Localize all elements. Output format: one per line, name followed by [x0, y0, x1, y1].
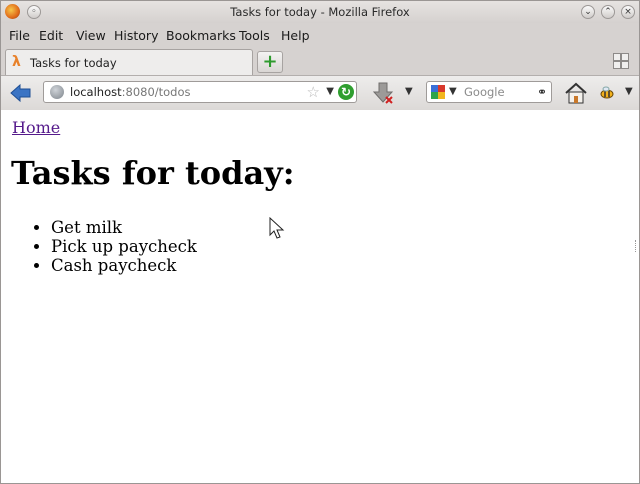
downloads-dropdown-icon[interactable]: ▼ — [405, 86, 413, 97]
menu-history[interactable]: History — [114, 28, 158, 43]
bookmark-star-icon[interactable]: ☆ — [307, 83, 320, 101]
binoculars-icon[interactable]: ⚭ — [537, 85, 547, 99]
overflow-dropdown-icon[interactable]: ▼ — [625, 86, 633, 97]
navigation-toolbar: localhost:8080/todos ☆ ▼ ↻ ▼ ▼ Google ⚭ — [1, 75, 639, 111]
lambda-icon: λ — [12, 54, 21, 70]
menu-file[interactable]: File — [9, 28, 30, 43]
window-title: Tasks for today - Mozilla Firefox — [230, 5, 410, 19]
google-icon[interactable] — [431, 85, 445, 99]
globe-icon — [50, 85, 64, 99]
tab-tasks-for-today[interactable]: λ Tasks for today — [5, 49, 253, 75]
menu-bar: File Edit View History Bookmarks Tools H… — [1, 24, 639, 46]
menu-help[interactable]: Help — [281, 28, 310, 43]
page-content: Home Tasks for today: Get milk Pick up p… — [1, 110, 639, 483]
url-text[interactable]: localhost:8080/todos — [70, 85, 191, 99]
task-item: Pick up paycheck — [51, 237, 197, 256]
bee-icon — [600, 86, 614, 99]
home-link[interactable]: Home — [12, 118, 60, 137]
back-arrow-icon — [10, 83, 31, 103]
downloads-button[interactable] — [371, 81, 395, 105]
title-bar: ◦ Tasks for today - Mozilla Firefox ⌄ ⌃ … — [1, 1, 639, 23]
url-host: localhost — [70, 85, 122, 99]
menu-bookmarks[interactable]: Bookmarks — [166, 28, 236, 43]
minimize-button[interactable]: ⌄ — [581, 5, 595, 19]
menu-edit[interactable]: Edit — [39, 28, 63, 43]
url-history-dropdown-icon[interactable]: ▼ — [326, 86, 334, 97]
search-placeholder: Google — [464, 85, 505, 99]
url-bar[interactable]: localhost:8080/todos ☆ ▼ ↻ — [43, 81, 357, 103]
reload-icon[interactable]: ↻ — [338, 84, 354, 100]
home-button[interactable] — [564, 81, 588, 105]
browser-window: ◦ Tasks for today - Mozilla Firefox ⌄ ⌃ … — [0, 0, 640, 484]
close-button[interactable]: × — [621, 5, 635, 19]
menu-tools[interactable]: Tools — [239, 28, 270, 43]
maximize-button[interactable]: ⌃ — [601, 5, 615, 19]
addon-icon[interactable] — [598, 84, 616, 102]
home-icon — [565, 82, 587, 104]
back-button[interactable] — [9, 82, 33, 104]
search-bar[interactable]: ▼ Google ⚭ — [426, 81, 552, 103]
page-heading: Tasks for today: — [11, 154, 295, 192]
search-engine-dropdown-icon[interactable]: ▼ — [449, 86, 457, 97]
mouse-pointer-icon — [269, 217, 285, 239]
tab-groups-icon[interactable] — [613, 53, 629, 69]
task-list: Get milk Pick up paycheck Cash paycheck — [11, 218, 197, 275]
tab-strip: λ Tasks for today + — [1, 47, 639, 75]
task-item: Get milk — [51, 218, 197, 237]
task-item: Cash paycheck — [51, 256, 197, 275]
download-arrow-icon — [372, 82, 394, 104]
resize-handle[interactable] — [635, 240, 638, 252]
new-tab-button[interactable]: + — [257, 51, 283, 73]
url-path: :8080/todos — [121, 85, 191, 99]
menu-view[interactable]: View — [76, 28, 106, 43]
tab-label: Tasks for today — [30, 56, 117, 70]
